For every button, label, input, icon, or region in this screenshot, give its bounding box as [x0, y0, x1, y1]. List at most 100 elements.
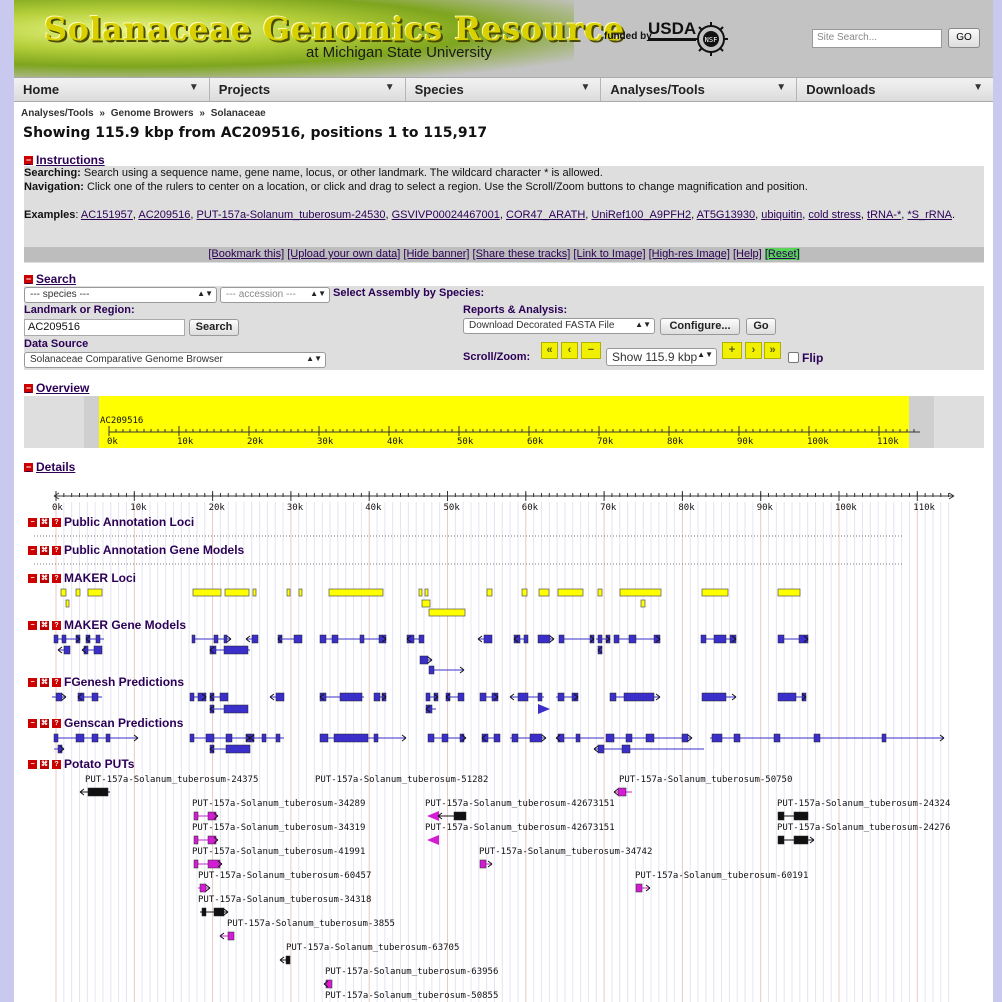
example-link[interactable]: GSVIVP00024467001 — [392, 209, 500, 221]
zoom-out-icon[interactable]: − — [581, 342, 601, 359]
put-label[interactable]: PUT-157a-Solanum_tuberosum-42673151 — [425, 823, 615, 833]
share-icon[interactable]: ⌘ — [40, 517, 49, 527]
collapse-icon[interactable]: − — [24, 155, 33, 165]
collapse-icon[interactable]: − — [28, 759, 37, 769]
overview-ruler[interactable]: AC209516 0k 10k 20k 30k 40k 50k 60k 70k 80k 90k 10… — [24, 396, 984, 448]
collapse-icon[interactable]: − — [28, 677, 37, 687]
breadcrumb-item[interactable]: Solanaceae — [211, 108, 266, 119]
put-label[interactable]: PUT-157a-Solanum_tuberosum-3855 — [227, 919, 395, 929]
bookmark-link[interactable]: [Bookmark this] — [208, 248, 284, 260]
details-label[interactable]: Details — [36, 460, 75, 474]
nav-home[interactable]: Home ▼ — [14, 78, 210, 101]
overview-label[interactable]: Overview — [36, 381, 89, 395]
put-label[interactable]: PUT-157a-Solanum_tuberosum-63705 — [286, 943, 459, 953]
share-icon[interactable]: ⌘ — [40, 573, 49, 583]
put-label[interactable]: PUT-157a-Solanum_tuberosum-34742 — [479, 847, 652, 857]
example-link[interactable]: PUT-157a-Solanum_tuberosum-24530 — [197, 209, 386, 221]
track-maker-loci[interactable]: − ⌘? MAKER Loci — [28, 571, 136, 585]
configure-button[interactable]: Configure... — [660, 318, 740, 335]
nav-analyses-tools[interactable]: Analyses/Tools ▼ — [601, 78, 798, 101]
track-fgenesh-predictions[interactable]: − ⌘? FGenesh Predictions — [28, 675, 184, 689]
help-icon[interactable]: ? — [52, 759, 61, 769]
search-toggle[interactable]: − Search — [24, 272, 76, 286]
data-source-select[interactable]: Solanaceae Comparative Genome Browser ▲▼ — [24, 352, 326, 368]
collapse-icon[interactable]: − — [28, 718, 37, 728]
track-potato-puts[interactable]: − ⌘? Potato PUTs — [28, 757, 134, 771]
put-label[interactable]: PUT-157a-Solanum_tuberosum-24375 — [85, 775, 258, 785]
example-link[interactable]: *S_rRNA — [907, 209, 952, 221]
scroll-right-far-icon[interactable]: » — [764, 342, 781, 359]
scroll-left-icon[interactable]: ‹ — [561, 342, 578, 359]
scroll-left-far-icon[interactable]: « — [541, 342, 558, 359]
breadcrumb-item[interactable]: Genome Browers — [111, 108, 194, 119]
put-label[interactable]: PUT-157a-Solanum_tuberosum-50855 — [325, 991, 498, 1001]
hide-banner-link[interactable]: [Hide banner] — [403, 248, 469, 260]
put-label[interactable]: PUT-157a-Solanum_tuberosum-42673151 — [425, 799, 615, 809]
example-link[interactable]: ubiquitin — [761, 209, 802, 221]
upload-data-link[interactable]: [Upload your own data] — [287, 248, 400, 260]
details-toggle[interactable]: − Details — [24, 460, 75, 474]
instructions-label[interactable]: Instructions — [36, 153, 105, 167]
collapse-icon[interactable]: − — [28, 620, 37, 630]
put-label[interactable]: PUT-157a-Solanum_tuberosum-63956 — [325, 967, 498, 977]
nav-downloads[interactable]: Downloads ▼ — [797, 78, 993, 101]
example-link[interactable]: AT5G13930 — [697, 209, 756, 221]
share-icon[interactable]: ⌘ — [40, 718, 49, 728]
track-public-annotation-loci[interactable]: − ⌘? Public Annotation Loci — [28, 515, 194, 529]
example-link[interactable]: UniRef100_A9PFH2 — [591, 209, 691, 221]
landmark-input[interactable]: AC209516 — [24, 319, 185, 336]
collapse-icon[interactable]: − — [24, 274, 33, 284]
example-link[interactable]: AC209516 — [138, 209, 190, 221]
track-public-annotation-gene-models[interactable]: − ⌘? Public Annotation Gene Models — [28, 543, 244, 557]
nav-projects[interactable]: Projects ▼ — [210, 78, 406, 101]
accession-select[interactable]: --- accession --- ▲▼ — [220, 287, 330, 303]
share-icon[interactable]: ⌘ — [40, 545, 49, 555]
reports-select[interactable]: Download Decorated FASTA File ▲▼ — [463, 318, 655, 334]
example-link[interactable]: AC151957 — [81, 209, 133, 221]
collapse-icon[interactable]: − — [24, 462, 33, 472]
put-label[interactable]: PUT-157a-Solanum_tuberosum-41991 — [192, 847, 365, 857]
breadcrumb-item[interactable]: Analyses/Tools — [21, 108, 94, 119]
help-icon[interactable]: ? — [52, 545, 61, 555]
zoom-select[interactable]: Show 115.9 kbp ▲▼ — [606, 348, 717, 366]
scroll-right-icon[interactable]: › — [745, 342, 762, 359]
overview-toggle[interactable]: − Overview — [24, 381, 89, 395]
high-res-image-link[interactable]: [High-res Image] — [649, 248, 730, 260]
zoom-in-icon[interactable]: + — [722, 342, 742, 359]
collapse-icon[interactable]: − — [28, 545, 37, 555]
go-button[interactable]: Go — [746, 318, 776, 335]
help-icon[interactable]: ? — [52, 677, 61, 687]
search-button[interactable]: Search — [189, 319, 239, 336]
example-link[interactable]: tRNA-* — [867, 209, 901, 221]
put-label[interactable]: PUT-157a-Solanum_tuberosum-34319 — [192, 823, 365, 833]
reset-link[interactable]: [Reset] — [764, 248, 800, 260]
flip-checkbox[interactable] — [788, 352, 799, 363]
example-link[interactable]: COR47_ARATH — [506, 209, 585, 221]
put-label[interactable]: PUT-157a-Solanum_tuberosum-60457 — [198, 871, 371, 881]
put-label[interactable]: PUT-157a-Solanum_tuberosum-34318 — [198, 895, 371, 905]
put-label[interactable]: PUT-157a-Solanum_tuberosum-24324 — [777, 799, 950, 809]
track-maker-gene-models[interactable]: − ⌘? MAKER Gene Models — [28, 618, 186, 632]
site-search-go-button[interactable]: GO — [948, 28, 980, 48]
collapse-icon[interactable]: − — [28, 573, 37, 583]
example-link[interactable]: cold stress — [808, 209, 861, 221]
put-label[interactable]: PUT-157a-Solanum_tuberosum-34289 — [192, 799, 365, 809]
share-icon[interactable]: ⌘ — [40, 677, 49, 687]
track-genscan-predictions[interactable]: − ⌘? Genscan Predictions — [28, 716, 183, 730]
site-search-input[interactable]: Site Search... — [812, 29, 942, 48]
share-icon[interactable]: ⌘ — [40, 759, 49, 769]
nav-species[interactable]: Species ▼ — [406, 78, 602, 101]
instructions-toggle[interactable]: − Instructions — [24, 153, 105, 167]
share-icon[interactable]: ⌘ — [40, 620, 49, 630]
help-icon[interactable]: ? — [52, 573, 61, 583]
put-label[interactable]: PUT-157a-Solanum_tuberosum-24276 — [777, 823, 950, 833]
put-label[interactable]: PUT-157a-Solanum_tuberosum-60191 — [635, 871, 808, 881]
species-select[interactable]: --- species --- ▲▼ — [24, 287, 217, 303]
help-icon[interactable]: ? — [52, 718, 61, 728]
help-icon[interactable]: ? — [52, 620, 61, 630]
put-label[interactable]: PUT-157a-Solanum_tuberosum-51282 — [315, 775, 488, 785]
overview-panel[interactable]: AC209516 0k 10k 20k 30k 40k 50k 60k 70k 80k 90k 10… — [24, 396, 984, 448]
search-label[interactable]: Search — [36, 272, 76, 286]
help-link[interactable]: [Help] — [733, 248, 762, 260]
collapse-icon[interactable]: − — [28, 517, 37, 527]
